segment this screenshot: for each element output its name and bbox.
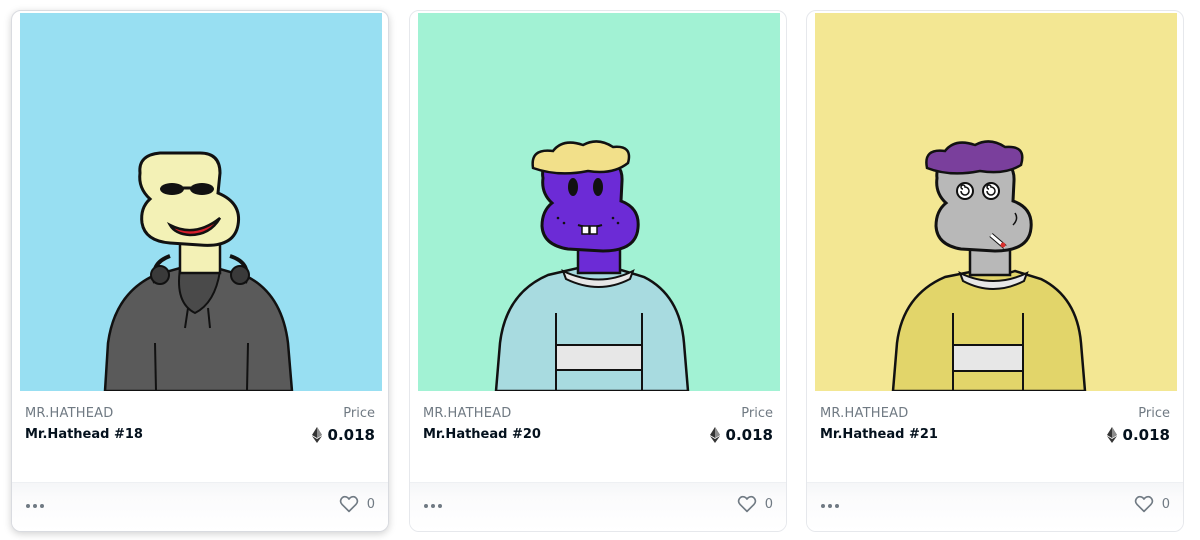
card-footer: 0 xyxy=(807,482,1183,531)
nft-card-20[interactable]: MR.HATHEAD Mr.Hathead #20 Price 0.018 0 xyxy=(409,10,787,532)
price-value: 0.018 xyxy=(1122,426,1170,444)
nft-image[interactable] xyxy=(20,13,382,391)
card-info: MR.HATHEAD Mr.Hathead #21 Price 0.018 xyxy=(807,401,1183,461)
heart-icon xyxy=(339,495,358,513)
card-info: MR.HATHEAD Mr.Hathead #20 Price 0.018 xyxy=(410,401,786,461)
card-footer: 0 xyxy=(12,482,388,531)
ethereum-icon xyxy=(709,427,720,443)
more-dots-icon xyxy=(835,504,839,508)
item-name[interactable]: Mr.Hathead #20 xyxy=(423,427,541,442)
favorite-button[interactable]: 0 xyxy=(339,495,375,513)
card-info: MR.HATHEAD Mr.Hathead #18 Price 0.018 xyxy=(12,401,388,461)
like-count: 0 xyxy=(366,496,375,512)
more-dots-icon xyxy=(40,504,44,508)
ethereum-icon xyxy=(1106,427,1117,443)
price-value: 0.018 xyxy=(327,426,375,444)
price-row: 0.018 xyxy=(311,426,375,444)
item-name[interactable]: Mr.Hathead #21 xyxy=(820,427,938,442)
nft-image[interactable] xyxy=(815,13,1177,391)
collection-name[interactable]: MR.HATHEAD xyxy=(820,406,908,421)
price-row: 0.018 xyxy=(709,426,773,444)
like-count: 0 xyxy=(1161,496,1170,512)
nft-card-18[interactable]: MR.HATHEAD Mr.Hathead #18 Price 0.018 0 xyxy=(11,10,389,532)
nft-artwork-hathead-21 xyxy=(815,13,1177,391)
nft-artwork-hathead-18 xyxy=(20,13,382,391)
more-options-button[interactable] xyxy=(424,499,448,513)
price-row: 0.018 xyxy=(1106,426,1170,444)
more-options-button[interactable] xyxy=(26,499,50,513)
more-options-button[interactable] xyxy=(821,499,845,513)
more-dots-icon xyxy=(821,504,825,508)
ethereum-icon xyxy=(311,427,322,443)
more-dots-icon xyxy=(26,504,30,508)
more-dots-icon xyxy=(431,504,435,508)
like-count: 0 xyxy=(764,496,773,512)
price-value: 0.018 xyxy=(725,426,773,444)
more-dots-icon xyxy=(438,504,442,508)
more-dots-icon xyxy=(424,504,428,508)
heart-icon xyxy=(737,495,756,513)
nft-artwork-hathead-20 xyxy=(418,13,780,391)
nft-image[interactable] xyxy=(418,13,780,391)
more-dots-icon xyxy=(828,504,832,508)
more-dots-icon xyxy=(33,504,37,508)
collection-name[interactable]: MR.HATHEAD xyxy=(423,406,511,421)
favorite-button[interactable]: 0 xyxy=(1134,495,1170,513)
favorite-button[interactable]: 0 xyxy=(737,495,773,513)
item-name[interactable]: Mr.Hathead #18 xyxy=(25,427,143,442)
price-label: Price xyxy=(741,406,773,421)
price-label: Price xyxy=(1138,406,1170,421)
card-footer: 0 xyxy=(410,482,786,531)
collection-name[interactable]: MR.HATHEAD xyxy=(25,406,113,421)
price-label: Price xyxy=(343,406,375,421)
heart-icon xyxy=(1134,495,1153,513)
nft-card-21[interactable]: MR.HATHEAD Mr.Hathead #21 Price 0.018 0 xyxy=(806,10,1184,532)
